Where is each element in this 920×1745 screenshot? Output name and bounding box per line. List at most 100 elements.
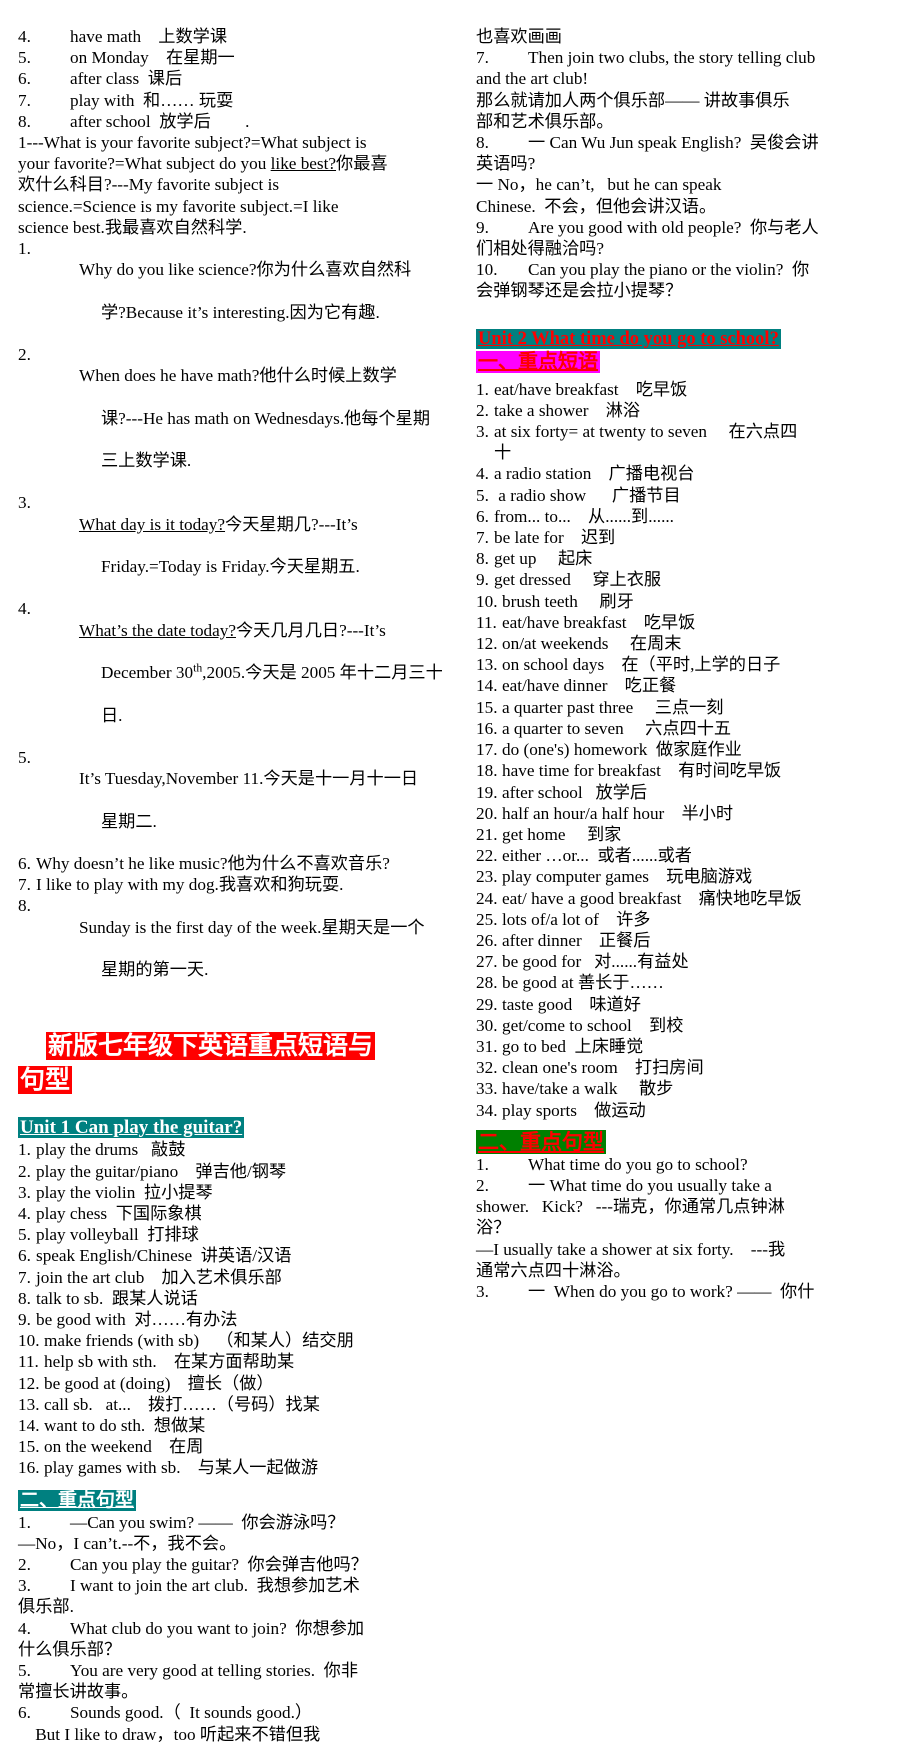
top-phrase-list: 4. have math 上数学课 5. on Monday 在星期一 6. a… [18, 26, 452, 132]
item-number: 17. [476, 740, 498, 760]
list-item: 8. 一 Can Wu Jun speak English? 吴俊会讲 英语吗? 一 … [476, 132, 912, 217]
underlined-phrase: What’s the date today? [78, 620, 236, 640]
item-number: 10. [18, 1331, 40, 1351]
paragraph-line: your favorite?=What subject do you like … [18, 153, 452, 174]
document-page: 4. have math 上数学课 5. on Monday 在星期一 6. a… [0, 0, 920, 1744]
ordinal-suffix: th [193, 661, 203, 675]
item-number: 29. [476, 994, 498, 1014]
list-item: 9. Are you good with old people? 你与老人 们相处得… [476, 217, 912, 259]
list-item: 3. What day is it today?今天星期几?---It’s Fr… [18, 492, 452, 598]
list-item: 15. a quarter past three 三点一刻 [476, 697, 912, 718]
unit1-heading: Unit 1 Can play the guitar? [18, 1117, 245, 1139]
list-item: 2. When does he have math?他什么时候上数学 课?---… [18, 344, 452, 492]
item-text: get home 到家 [502, 824, 622, 844]
item-text: a quarter to seven 六点四十五 [502, 718, 732, 738]
paragraph-line: science.=Science is my favorite subject.… [18, 196, 339, 216]
list-item: 5. play volleyball 打排球 [18, 1224, 452, 1245]
item-number: 13. [18, 1394, 40, 1414]
continuation-line: 也喜欢画画 [476, 27, 562, 46]
item-text: speak English/Chinese 讲英语/汉语 [36, 1246, 292, 1266]
item-text: call sb. at... 拨打……（号码）找某 [44, 1394, 320, 1414]
item-number: 3. [18, 1182, 31, 1202]
sentence-line: 课?---He has math on Wednesdays.他每个星期 [100, 408, 431, 428]
item-text: make friends (with sb) （和某人）结交朋 [44, 1331, 354, 1351]
item-number: 3. [476, 422, 489, 442]
list-item: 2. 一 What time do you usually take a showe… [476, 1175, 912, 1281]
unit2-sentences-heading: 二、重点句型 [476, 1129, 606, 1154]
list-item: 3. 一 When do you go to work? —— 你什 [476, 1281, 912, 1302]
list-item: 4. What club do you want to join? 你想参加 什么俱… [18, 1618, 452, 1660]
list-item: 9. be good with 对……有办法 [18, 1309, 452, 1330]
item-text: want to do sth. 想做某 [44, 1415, 206, 1435]
list-item: 8. after school 放学后 . [18, 111, 452, 132]
item-number: 1. [476, 379, 489, 399]
item-number: 4. [476, 464, 489, 484]
item-text: taste good 味道好 [502, 994, 641, 1014]
item-number: 30. [476, 1015, 498, 1035]
item-text: —Can you swim? —— 你会游泳吗？ —No，I can’t.--不，… [18, 1512, 452, 1554]
list-item: 8. talk to sb. 跟某人说话 [18, 1288, 452, 1309]
item-number: 2. [18, 345, 31, 365]
sentence-line: and the art club! [476, 69, 589, 89]
item-text: clean one's room 打扫房间 [502, 1058, 704, 1078]
item-number: 2. [18, 1555, 31, 1574]
item-text: Why do you like science?你为什么喜欢自然科 学?Beca… [36, 238, 452, 344]
sentence-line: 俱乐部. [18, 1597, 74, 1617]
item-text: after dinner 正餐后 [502, 930, 651, 950]
item-number: 34. [476, 1100, 498, 1120]
item-number: 19. [476, 782, 498, 802]
paragraph-text: 你最喜 [336, 154, 388, 174]
sentence-line: 英语吗? [476, 154, 536, 174]
sentence-line: Sunday is the first day of the week.星期天是… [78, 917, 425, 937]
sentence-line: Are you good with old people? 你与老人 [528, 217, 819, 237]
sentence-line: 通常六点四十淋浴。 [476, 1260, 631, 1280]
list-item: 5. on Monday 在星期一 [18, 47, 452, 68]
sentence-line: Can you play the guitar? 你会弹吉他吗？ [70, 1555, 368, 1574]
right-column: 也喜欢画画 7. Then join two clubs, the story t… [468, 26, 912, 1302]
item-number: 24. [476, 888, 498, 908]
item-text: eat/have dinner 吃正餐 [502, 676, 677, 696]
item-text: play the drums 敲鼓 [36, 1140, 186, 1160]
item-number: 5. [476, 485, 489, 505]
list-item: 2. take a shower 淋浴 [476, 400, 912, 421]
item-number: 31. [476, 1036, 498, 1056]
item-text: be good at 善长于…… [502, 973, 664, 993]
item-number: 9. [18, 1309, 31, 1329]
list-item: 28. be good at 善长于…… [476, 972, 912, 993]
list-item: 6. Why doesn’t he like music?他为什么不喜欢音乐? [18, 853, 452, 874]
unit2-phrase-list: 1. eat/have breakfast 吃早饭 2. take a shower … [476, 379, 912, 1121]
unit2-sentence-list: 1. What time do you go to school? 2. 一 What… [476, 1154, 912, 1302]
sentence-line: 一 What time do you usually take a [528, 1175, 772, 1195]
item-number: 23. [476, 867, 498, 887]
list-item: 13. call sb. at... 拨打……（号码）找某 [18, 1394, 452, 1415]
sentence-line: You are very good at telling stories. 你非 [70, 1661, 359, 1681]
left-column: 4. have math 上数学课 5. on Monday 在星期一 6. a… [8, 26, 452, 1745]
unit2-heading-row: Unit 2 What time do you go to school? [476, 328, 912, 350]
list-item: 1. What time do you go to school? [476, 1154, 912, 1175]
list-item: 1. Why do you like science?你为什么喜欢自然科 学?B… [18, 238, 452, 344]
list-item: 7. join the art club 加入艺术俱乐部 [18, 1267, 452, 1288]
list-item: 8. get up 起床 [476, 548, 912, 569]
item-text: What day is it today?今天星期几?---It’s Frida… [36, 492, 452, 598]
sentence-line: I want to join the art club. 我想参加艺术 [70, 1576, 360, 1596]
item-text: play computer games 玩电脑游戏 [502, 867, 753, 887]
item-text: a quarter past three 三点一刻 [502, 697, 724, 717]
item-number: 4. [18, 1203, 31, 1223]
item-text: be good for 对......有益处 [502, 952, 689, 972]
underlined-phrase: like best? [270, 154, 337, 174]
list-item: 14. eat/have dinner 吃正餐 [476, 675, 912, 696]
sentence-line: 星期的第一天. [100, 959, 209, 979]
list-item: 6. from... to... 从......到...... [476, 506, 912, 527]
sentence-line: 部和艺术俱乐部。 [476, 111, 614, 131]
list-item: 33. have/take a walk 散步 [476, 1078, 912, 1099]
item-number: 14. [476, 676, 498, 696]
item-text: be late for 迟到 [494, 528, 616, 548]
sentence-line: Sounds good.（ It sounds good.） [70, 1703, 313, 1723]
item-number: 20. [476, 803, 498, 823]
sentence-line: 一 When do you go to work? —— 你什 [528, 1281, 815, 1301]
list-item: 20. half an hour/a half hour 半小时 [476, 803, 912, 824]
list-item: 3. at six forty= at twenty to seven 在六点四 … [476, 421, 912, 463]
list-item: 8. Sunday is the first day of the week.星… [18, 895, 452, 1001]
sentence-line: shower. Kick? ---瑞克，你通常几点钟淋 [476, 1197, 785, 1217]
item-text: at six forty= at twenty to seven 在六点四 十 [494, 422, 798, 463]
